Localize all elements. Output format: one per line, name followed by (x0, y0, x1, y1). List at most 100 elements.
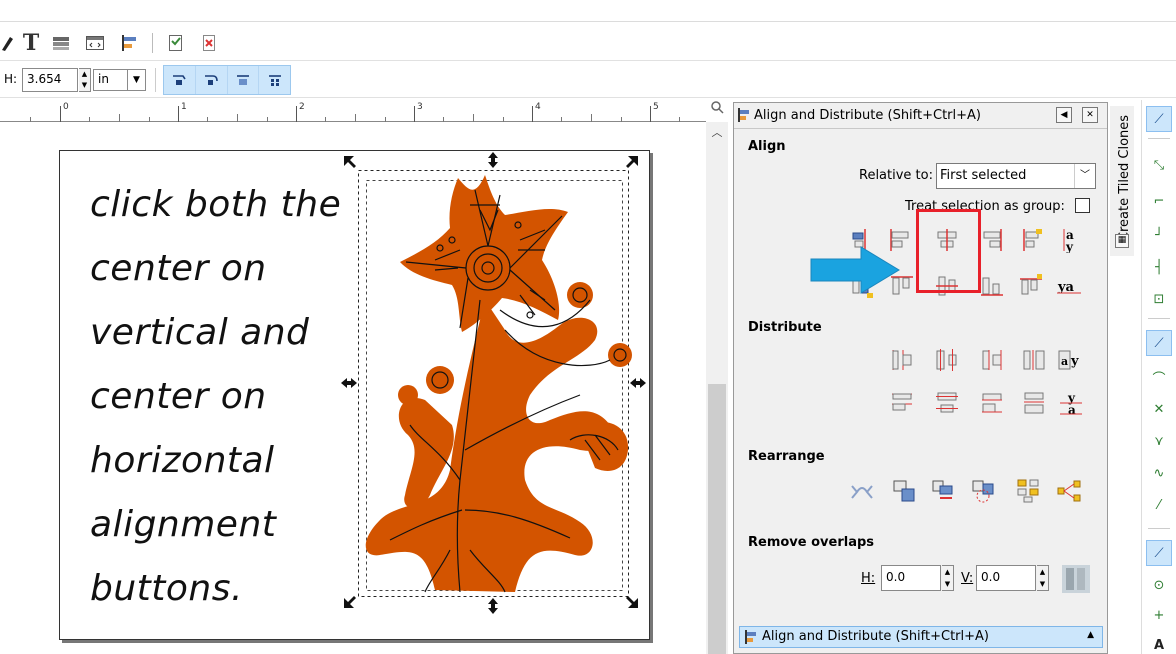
remove-overlaps-button[interactable] (1062, 565, 1090, 593)
snap-bbox-midpoint-icon[interactable]: ┤ (1146, 254, 1172, 280)
distribute-top-edges-button[interactable] (889, 390, 915, 416)
dialog-title: Align and Distribute (Shift+Ctrl+A) (754, 108, 981, 123)
chevron-down-icon: ▼ (127, 70, 145, 90)
ruler-tick-label: 5 (653, 102, 659, 112)
scale-corners-button[interactable] (196, 66, 228, 94)
align-distribute-icon (744, 630, 758, 647)
chevron-up-icon: ▲ (1087, 630, 1094, 640)
preferences-icon[interactable] (198, 32, 220, 54)
instruction-line: center on (90, 376, 267, 417)
pen-tool-icon[interactable] (0, 32, 14, 54)
snap-others-icon[interactable]: ⟋ (1146, 540, 1172, 566)
transform-options-group (163, 65, 291, 95)
tab-create-tiled-clones[interactable]: Create Tiled Clones ▦ (1110, 106, 1134, 256)
document-properties-icon[interactable] (165, 32, 187, 54)
distribute-baselines-vertical-button[interactable]: ya (1058, 390, 1084, 416)
menu-strip (0, 0, 1176, 22)
snap-nodes-icon[interactable]: ⟋ (1146, 330, 1172, 356)
distribute-gaps-vertical-button[interactable] (1021, 390, 1047, 416)
svg-text:y: y (1065, 240, 1074, 253)
instruction-line: click both the (90, 184, 342, 225)
snap-bbox-icon[interactable]: ⤡ (1146, 152, 1172, 178)
distribute-left-edges-button[interactable] (889, 347, 915, 373)
exchange-clockwise-button[interactable] (970, 478, 996, 504)
snap-intersection-icon[interactable]: ✕ (1146, 396, 1172, 422)
align-section-title: Align (748, 139, 786, 154)
close-icon[interactable]: ✕ (1082, 107, 1098, 123)
align-bottom-edges-button[interactable] (979, 273, 1005, 299)
move-gradients-button[interactable] (228, 66, 260, 94)
height-spinner[interactable]: ▲ ▼ (79, 68, 91, 92)
align-top-to-bottom-button[interactable] (1018, 273, 1044, 299)
ruler-tick-label: 4 (535, 102, 541, 112)
exchange-stacking-order-button[interactable] (930, 478, 956, 504)
drawing-canvas[interactable]: click both the center on vertical and ce… (0, 122, 706, 654)
snap-bbox-center-icon[interactable]: ⊡ (1146, 286, 1172, 312)
svg-text:y: y (1070, 354, 1079, 369)
distribute-bottom-edges-button[interactable] (979, 390, 1005, 416)
vertical-gap-input[interactable]: 0.0 (976, 565, 1036, 591)
instruction-line: alignment (90, 504, 277, 545)
align-distribute-icon (737, 108, 751, 122)
align-baseline-vertical-button[interactable]: ya (1056, 273, 1082, 299)
iconify-button[interactable]: ◀ (1056, 107, 1072, 123)
snap-bbox-edge-icon[interactable]: ⌐ (1146, 188, 1172, 214)
remove-overlaps-section-title: Remove overlaps (748, 535, 875, 550)
vertical-gap-label: V: (961, 571, 974, 586)
distribute-centers-horizontal-button[interactable] (934, 347, 960, 373)
snap-cusp-icon[interactable]: ⋎ (1146, 428, 1172, 454)
align-distribute-dialog: Align and Distribute (Shift+Ctrl+A) ◀ ✕ … (733, 102, 1108, 654)
dialog-tab-label: Align and Distribute (Shift+Ctrl+A) (762, 629, 989, 644)
distribute-baselines-horizontal-button[interactable]: ay (1058, 347, 1084, 373)
layers-icon[interactable] (50, 32, 72, 54)
ruler-tick-label: 0 (63, 102, 69, 112)
toolbar-separator (1148, 528, 1170, 529)
align-distribute-icon[interactable] (118, 32, 140, 54)
snap-enable-icon[interactable]: ⟋ (1146, 106, 1172, 132)
relative-to-select[interactable]: First selected ﹀ (936, 163, 1096, 189)
distribute-right-edges-button[interactable] (979, 347, 1005, 373)
text-tool-icon[interactable]: T (20, 30, 42, 56)
snap-object-center-icon[interactable]: ⊙ (1146, 572, 1172, 598)
horizontal-ruler[interactable]: 0 1 2 3 4 5 (0, 100, 706, 122)
chevron-up-icon[interactable]: ︿ (706, 124, 728, 140)
align-right-edges-button[interactable] (979, 227, 1005, 253)
distribute-gaps-horizontal-button[interactable] (1021, 347, 1047, 373)
inkscape-window: T H: 3.654 ▲ ▼ in ▼ 0 1 2 3 4 5 click bo… (0, 0, 1176, 654)
height-input[interactable]: 3.654 (22, 68, 78, 92)
rearrange-section-title: Rearrange (748, 449, 825, 464)
distribute-centers-vertical-button[interactable] (934, 390, 960, 416)
snap-text-baseline-icon[interactable]: A (1146, 632, 1172, 654)
ruler-tick-label: 3 (417, 102, 423, 112)
treat-as-group-checkbox[interactable] (1075, 198, 1090, 213)
exchange-selection-order-button[interactable] (891, 478, 917, 504)
vertical-scrollbar[interactable]: ︿ (706, 122, 728, 654)
xml-editor-icon[interactable] (84, 32, 106, 54)
height-label: H: (4, 72, 18, 86)
unit-select[interactable]: in ▼ (93, 69, 146, 91)
instruction-line: vertical and (90, 312, 310, 353)
snap-path-icon[interactable]: ⌒ (1146, 364, 1172, 390)
snap-midpoint-icon[interactable]: ⁄ (1146, 492, 1172, 518)
chevron-down-icon: ﹀ (1074, 164, 1095, 188)
scale-stroke-button[interactable] (164, 66, 196, 94)
snap-bbox-corner-icon[interactable]: ┘ (1146, 222, 1172, 248)
snap-rotation-center-icon[interactable]: + (1146, 602, 1172, 628)
dialog-tab-align-distribute[interactable]: Align and Distribute (Shift+Ctrl+A) ▲ (739, 626, 1103, 648)
horizontal-gap-spinner[interactable]: ▲ ▼ (942, 565, 954, 591)
ruler-tick-label: 2 (299, 102, 305, 112)
dialog-header: Align and Distribute (Shift+Ctrl+A) ◀ ✕ (734, 103, 1107, 129)
flower-artwork[interactable] (340, 150, 650, 620)
vertical-gap-spinner[interactable]: ▲ ▼ (1037, 565, 1049, 591)
horizontal-gap-input[interactable]: 0.0 (881, 565, 941, 591)
align-left-to-right-edge-button[interactable] (1018, 227, 1044, 253)
zoom-icon[interactable] (706, 100, 728, 122)
arrange-grid-button[interactable] (1016, 478, 1042, 504)
tiled-clones-tab-label: Create Tiled Clones (1117, 114, 1132, 242)
move-patterns-button[interactable] (259, 66, 290, 94)
snap-smooth-icon[interactable]: ∿ (1146, 460, 1172, 486)
scrollbar-thumb[interactable] (708, 384, 726, 654)
arrange-circle-button[interactable] (1056, 478, 1082, 504)
align-baseline-horizontal-button[interactable]: ay (1056, 227, 1082, 253)
exchange-positions-button[interactable] (849, 478, 875, 504)
